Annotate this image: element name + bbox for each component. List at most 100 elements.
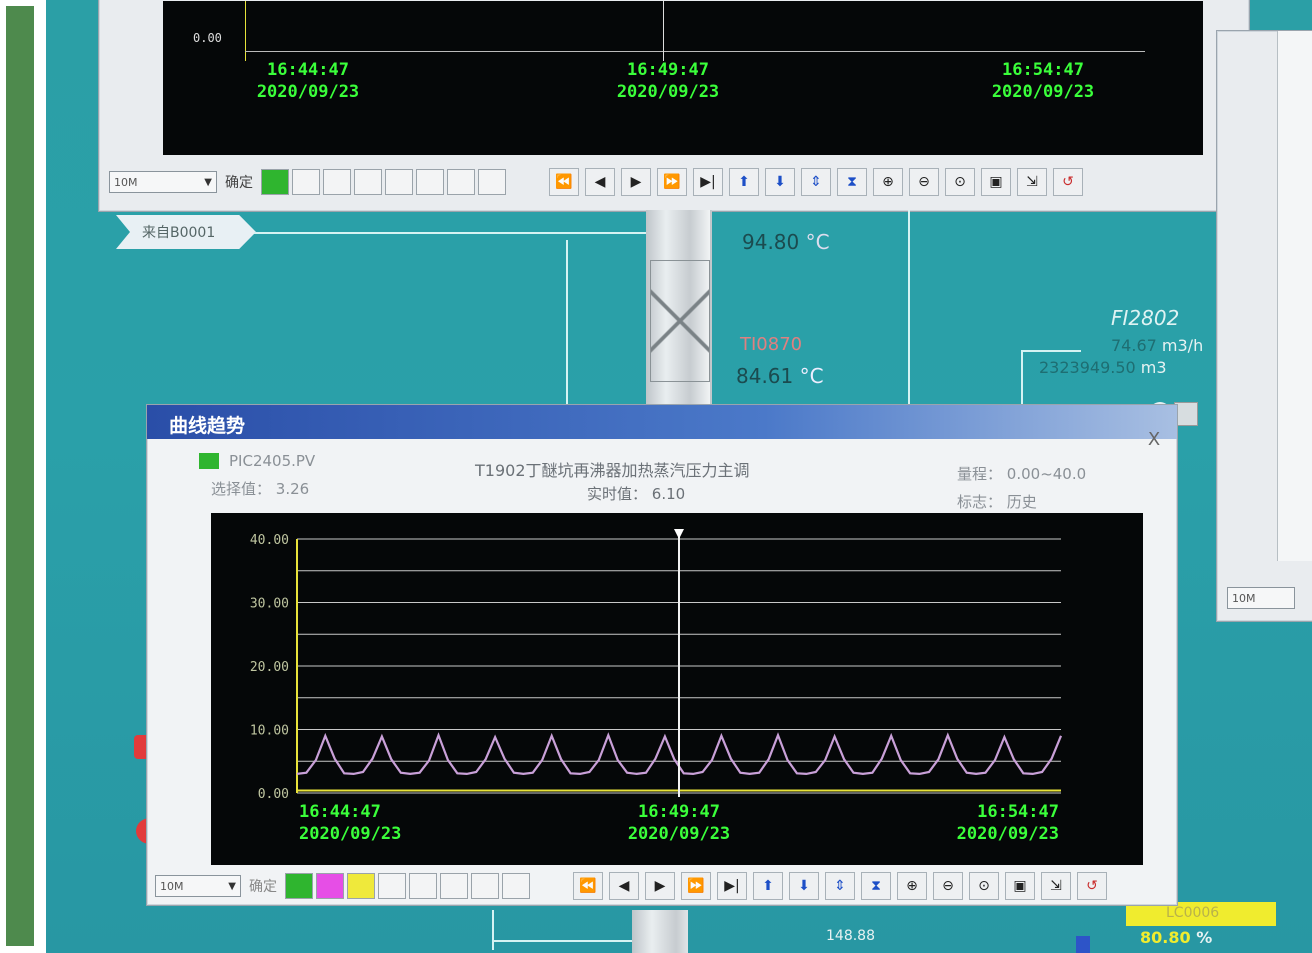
- series-color-icon: [199, 453, 219, 469]
- step-back-icon[interactable]: ◀: [585, 168, 615, 196]
- rewind-icon[interactable]: ⏪: [549, 168, 579, 196]
- bottom-value: 148.88: [826, 928, 875, 944]
- trend-color-swatch-3[interactable]: [347, 873, 375, 899]
- time-cursor-marker: [674, 529, 684, 539]
- trend-toolbar: 10M ▼ 确定 ⏪ ◀ ▶ ⏩ ▶| ⬆ ⬇ ⇕ ⧗ ⊕ ⊖ ⊙ ▣ ⇲ ↺: [155, 869, 1113, 903]
- inlet-line: [254, 232, 654, 234]
- trend-color-swatch-2[interactable]: [316, 873, 344, 899]
- top-time-label-1: 16:44:47 2020/09/23: [256, 60, 360, 102]
- reset-icon[interactable]: ↺: [1053, 168, 1083, 196]
- bottom-pipe: [632, 910, 688, 953]
- temp2-tag: TI0870: [740, 334, 803, 355]
- mode-row: 标志： 历史: [957, 493, 1037, 511]
- rewind-icon[interactable]: ⏪: [573, 872, 603, 900]
- trend-color-swatch-1[interactable]: [285, 873, 313, 899]
- flow-line: [1021, 350, 1023, 410]
- top-color-swatch-6[interactable]: [416, 169, 444, 195]
- top-color-swatch-5[interactable]: [385, 169, 413, 195]
- arrow-up-icon[interactable]: ⬆: [753, 872, 783, 900]
- export-icon[interactable]: ⇲: [1041, 872, 1071, 900]
- trend-window: 曲线趋势 X PIC2405.PV 选择值： 3.26 T1902丁醚坑再沸器加…: [146, 404, 1178, 906]
- trend-range-select[interactable]: 10M ▼: [155, 875, 241, 897]
- fast-forward-icon[interactable]: ⏩: [681, 872, 711, 900]
- top-plot-axis: [245, 1, 246, 61]
- zoom-fit-icon[interactable]: ⊙: [945, 168, 975, 196]
- arrow-down-icon[interactable]: ⬇: [765, 168, 795, 196]
- arrow-down-icon[interactable]: ⬇: [789, 872, 819, 900]
- pipe-line-1: [566, 240, 568, 410]
- top-color-swatch-2[interactable]: [292, 169, 320, 195]
- trend-confirm-button[interactable]: 确定: [249, 876, 277, 896]
- flow-line-h: [1021, 350, 1081, 352]
- y-tick-label: 30.00: [250, 597, 289, 612]
- expand-vertical-icon[interactable]: ⇕: [825, 872, 855, 900]
- trend-plot[interactable]: 40.00 30.00 20.00 10.00 0.00 16:44:47 2020/09/…: [211, 513, 1143, 865]
- chevron-down-icon: ▼: [228, 880, 236, 892]
- series-tag: PIC2405.PV: [229, 452, 316, 470]
- top-time-label-2: 16:49:47 2020/09/23: [616, 60, 720, 102]
- temp2-value: 84.61 °C: [736, 364, 824, 388]
- save-icon[interactable]: ▣: [981, 168, 1011, 196]
- expand-vertical-icon[interactable]: ⇕: [801, 168, 831, 196]
- zoom-in-icon[interactable]: ⊕: [873, 168, 903, 196]
- bottom-line: [492, 910, 494, 950]
- top-color-swatch-1[interactable]: [261, 169, 289, 195]
- save-icon[interactable]: ▣: [1005, 872, 1035, 900]
- top-color-swatch-3[interactable]: [323, 169, 351, 195]
- arrow-up-icon[interactable]: ⬆: [729, 168, 759, 196]
- inlet-label: 来自B0001: [142, 225, 216, 241]
- flow-tag: FI2802: [1111, 306, 1180, 330]
- top-plot-cursor: [663, 1, 664, 61]
- zoom-out-icon[interactable]: ⊖: [909, 168, 939, 196]
- right-window: 10M: [1216, 30, 1312, 622]
- bottom-line-h: [492, 940, 642, 942]
- left-frame: [0, 0, 46, 953]
- realtime-value-row: 实时值： 6.10: [587, 485, 686, 503]
- chevron-down-icon: ▼: [204, 176, 212, 188]
- top-toolbar: 10M ▼ 确定 ⏪ ◀ ▶ ⏩ ▶| ⬆ ⬇ ⇕ ⧗ ⊕ ⊖ ⊙ ▣ ⇲ ↺: [109, 165, 1089, 199]
- trend-color-swatch-5[interactable]: [409, 873, 437, 899]
- top-confirm-button[interactable]: 确定: [225, 172, 253, 192]
- top-trend-window: 0.00 16:44:47 2020/09/23 16:49:47 2020/09/…: [98, 0, 1250, 212]
- y-tick-label: 0.00: [258, 787, 289, 802]
- trend-title: 曲线趋势: [169, 415, 246, 437]
- trend-color-swatch-4[interactable]: [378, 873, 406, 899]
- step-forward-icon[interactable]: ▶|: [693, 168, 723, 196]
- packing-section: [650, 260, 710, 382]
- compress-vertical-icon[interactable]: ⧗: [861, 872, 891, 900]
- selected-value-row: 选择值： 3.26: [211, 480, 310, 498]
- y-tick-label: 40.00: [250, 533, 289, 548]
- zoom-out-icon[interactable]: ⊖: [933, 872, 963, 900]
- trend-color-swatch-6[interactable]: [440, 873, 468, 899]
- x-tick-time-label: 16:44:47: [299, 802, 381, 822]
- level-badge-tag: LC0006: [1166, 905, 1220, 921]
- reset-icon[interactable]: ↺: [1077, 872, 1107, 900]
- top-color-swatch-8[interactable]: [478, 169, 506, 195]
- zoom-fit-icon[interactable]: ⊙: [969, 872, 999, 900]
- trend-color-swatch-7[interactable]: [471, 873, 499, 899]
- right-range-select[interactable]: 10M: [1227, 587, 1295, 609]
- fast-forward-icon[interactable]: ⏩: [657, 168, 687, 196]
- right-window-body: [1277, 31, 1312, 561]
- step-back-icon[interactable]: ◀: [609, 872, 639, 900]
- play-icon[interactable]: ▶: [621, 168, 651, 196]
- trend-color-swatch-8[interactable]: [502, 873, 530, 899]
- pipe-line-2: [908, 210, 910, 410]
- top-color-swatch-4[interactable]: [354, 169, 382, 195]
- play-icon[interactable]: ▶: [645, 872, 675, 900]
- top-range-select[interactable]: 10M ▼: [109, 171, 217, 193]
- range-row: 量程： 0.00~40.0: [957, 465, 1087, 483]
- y-tick-label: 20.00: [250, 660, 289, 675]
- trend-title-bar[interactable]: 曲线趋势: [147, 405, 1177, 439]
- step-forward-icon[interactable]: ▶|: [717, 872, 747, 900]
- close-icon[interactable]: X: [1141, 429, 1167, 451]
- export-icon[interactable]: ⇲: [1017, 168, 1047, 196]
- compress-vertical-icon[interactable]: ⧗: [837, 168, 867, 196]
- inlet-arrow: 来自B0001: [116, 215, 256, 249]
- top-time-label-3: 16:54:47 2020/09/23: [991, 60, 1095, 102]
- zoom-in-icon[interactable]: ⊕: [897, 872, 927, 900]
- top-color-swatch-7[interactable]: [447, 169, 475, 195]
- trend-chart[interactable]: 40.0030.0020.0010.000.0016:44:472020/09/…: [211, 513, 1143, 865]
- top-trend-plot: 0.00 16:44:47 2020/09/23 16:49:47 2020/09/…: [163, 1, 1203, 155]
- series-description: T1902丁醚坑再沸器加热蒸汽压力主调: [475, 461, 750, 480]
